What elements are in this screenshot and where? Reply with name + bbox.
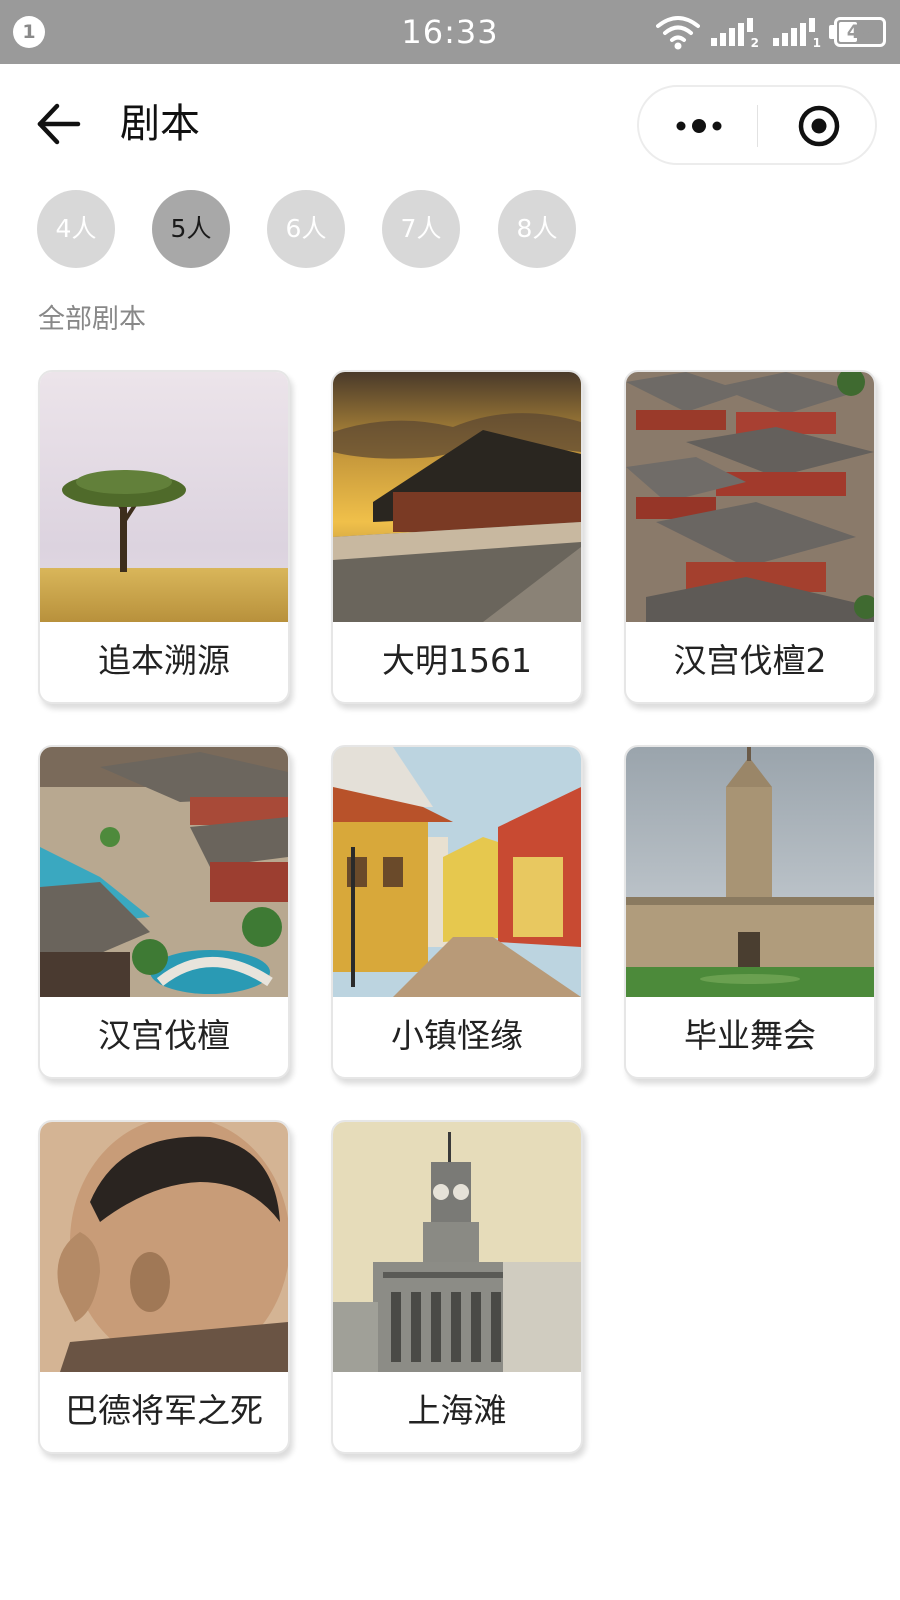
page-title: 剧本	[120, 101, 200, 147]
capsule-divider	[757, 105, 758, 147]
script-cover-image	[40, 1122, 288, 1372]
status-time: 16:33	[401, 13, 499, 51]
script-title: 上海滩	[407, 1391, 507, 1430]
sim2-label: 2	[750, 36, 759, 50]
battery-level-text: 42	[846, 21, 874, 43]
script-cover-image	[626, 747, 874, 997]
arrow-left-icon	[37, 103, 81, 145]
target-close-icon	[798, 105, 840, 147]
wifi-icon	[656, 16, 700, 50]
filter-5-players[interactable]: 5人	[152, 190, 230, 268]
script-cover-image	[333, 372, 581, 622]
more-button[interactable]	[657, 97, 741, 155]
script-title: 追本溯源	[98, 641, 230, 680]
section-title: 全部剧本	[38, 304, 146, 335]
script-title: 毕业舞会	[684, 1016, 816, 1055]
status-bar: 1 16:33 2 1 42	[0, 0, 900, 64]
script-card[interactable]: 巴德将军之死	[38, 1120, 290, 1454]
signal-sim1-icon: 1	[773, 18, 825, 50]
script-cover-image	[40, 372, 288, 622]
filter-7-players[interactable]: 7人	[382, 190, 460, 268]
script-title: 大明1561	[382, 641, 532, 680]
signal-sim2-icon: 2	[711, 18, 763, 50]
script-title: 汉宫伐檀	[98, 1016, 230, 1055]
battery-icon: 42	[834, 17, 886, 47]
more-dots-icon	[676, 119, 722, 133]
script-card[interactable]: 毕业舞会	[624, 745, 876, 1079]
script-card[interactable]: 上海滩	[331, 1120, 583, 1454]
script-card[interactable]: 追本溯源	[38, 370, 290, 704]
script-cover-image	[333, 747, 581, 997]
script-card[interactable]: 大明1561	[331, 370, 583, 704]
close-mini-program-button[interactable]	[777, 97, 861, 155]
script-cover-image	[40, 747, 288, 997]
filter-8-players[interactable]: 8人	[498, 190, 576, 268]
filter-4-players[interactable]: 4人	[37, 190, 115, 268]
script-card[interactable]: 汉宫伐檀2	[624, 370, 876, 704]
sim1-label: 1	[812, 36, 821, 50]
script-title: 巴德将军之死	[65, 1391, 263, 1430]
filter-6-players[interactable]: 6人	[267, 190, 345, 268]
script-card[interactable]: 小镇怪缘	[331, 745, 583, 1079]
script-cover-image	[333, 1122, 581, 1372]
script-title: 小镇怪缘	[391, 1016, 523, 1055]
back-button[interactable]	[32, 98, 84, 150]
script-title: 汉宫伐檀2	[673, 641, 827, 680]
mini-program-capsule	[637, 85, 877, 165]
script-card[interactable]: 汉宫伐檀	[38, 745, 290, 1079]
script-cover-image	[626, 372, 874, 622]
